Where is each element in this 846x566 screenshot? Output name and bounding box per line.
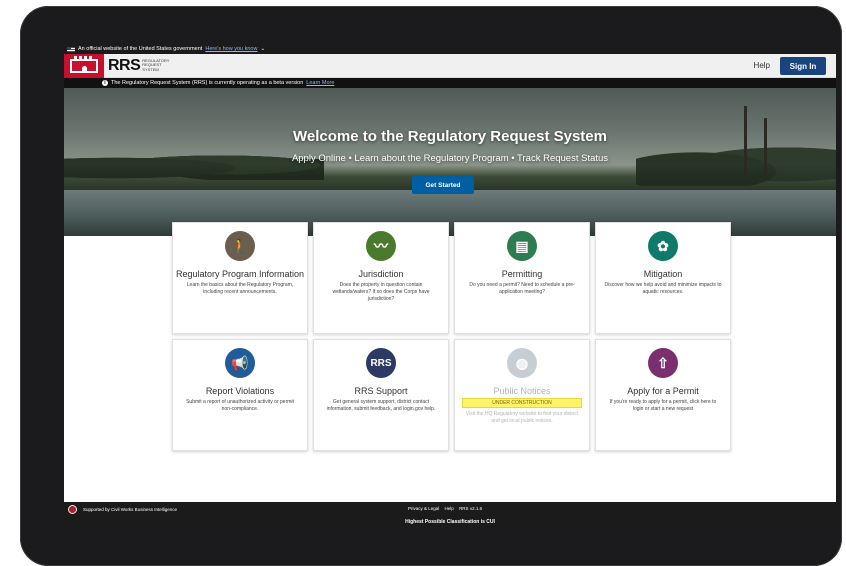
heres-how-you-know-link[interactable]: Here's how you know — [205, 46, 257, 52]
gov-banner-text: An official website of the United States… — [78, 46, 203, 52]
card-description: Submit a report of unauthorized activity… — [186, 399, 294, 412]
supported-by-text: Supported by Civil Works Business Intell… — [83, 506, 177, 512]
rrs-icon: RRS — [366, 348, 396, 378]
person-icon: 🚶 — [225, 231, 255, 261]
hero-subtitle: Apply Online • Learn about the Regulator… — [291, 153, 609, 164]
rrs-logo-subtitle: Regulatory Request System — [142, 57, 170, 72]
card-description: Do you need a permit? Need to schedule a… — [469, 282, 575, 295]
version-text: RRS v2.1.6 — [459, 506, 483, 511]
river-icon: 〰 — [366, 231, 396, 261]
beta-alert: i The Regulatory Request System (RRS) is… — [64, 78, 836, 88]
rrs-logo[interactable]: RRS Regulatory Request System — [108, 57, 172, 75]
usace-castle-logo[interactable] — [64, 53, 104, 78]
card-public-notices: ◍ Public Notices UNDER CONSTRUCTION Visi… — [454, 339, 590, 451]
card-title: Apply for a Permit — [627, 386, 699, 396]
card-title: Mitigation — [643, 269, 683, 279]
footer-links: Privacy & Legal Help RRS v2.1.6 — [408, 506, 486, 511]
castle-icon — [70, 55, 98, 73]
card-description: Discover how we help avoid and minimize … — [604, 282, 722, 295]
card-title: Jurisdiction — [358, 269, 404, 279]
get-started-button[interactable]: Get Started — [412, 176, 474, 194]
card-title: Regulatory Program Information — [175, 269, 305, 279]
hero-banner: Welcome to the Regulatory Request System… — [64, 88, 836, 236]
card-title: RRS Support — [354, 386, 408, 396]
beta-alert-text: The Regulatory Request System (RRS) is c… — [111, 80, 304, 86]
browser-screen: An official website of the United States… — [64, 44, 836, 528]
upload-icon: ⇧ — [648, 348, 678, 378]
card-permitting[interactable]: ▤ Permitting Do you need a permit? Need … — [454, 222, 590, 334]
info-icon: i — [102, 80, 108, 86]
footer: Supported by Civil Works Business Intell… — [64, 502, 836, 516]
card-title: Permitting — [501, 269, 543, 279]
card-description: Learn the basics about the Regulatory Pr… — [186, 282, 294, 295]
classification-banner: Highest Possible Classification is CUI — [64, 516, 836, 528]
card-jurisdiction[interactable]: 〰 Jurisdiction Does the property in ques… — [313, 222, 449, 334]
rrs-logo-mark: RRS — [108, 56, 141, 74]
under-construction-badge: UNDER CONSTRUCTION — [462, 398, 582, 408]
card-description: Get general system support, district con… — [326, 399, 436, 412]
plant-icon: ✿ — [648, 231, 678, 261]
service-cards: 🚶 Regulatory Program Information Learn t… — [172, 222, 732, 451]
card-description: If you're ready to apply for a permit, c… — [609, 399, 717, 412]
card-description: Visit the HQ Regulatory website to find … — [465, 411, 579, 424]
card-title: Public Notices — [493, 386, 551, 396]
globe-icon: ◍ — [507, 348, 537, 378]
card-rrs-support[interactable]: RRS RRS Support Get general system suppo… — [313, 339, 449, 451]
sign-in-button[interactable]: Sign In — [780, 57, 826, 75]
hero-title: Welcome to the Regulatory Request System — [293, 128, 607, 145]
laptop-frame: An official website of the United States… — [20, 6, 842, 566]
card-title: Report Violations — [205, 386, 275, 396]
privacy-legal-link[interactable]: Privacy & Legal — [408, 506, 439, 511]
card-description: Does the property in question contain we… — [332, 282, 430, 302]
site-header: RRS Regulatory Request System Help Sign … — [64, 53, 836, 78]
card-report-violations[interactable]: 📢 Report Violations Submit a report of u… — [172, 339, 308, 451]
chevron-down-icon[interactable]: ⌄ — [260, 46, 265, 52]
civil-works-seal-icon — [68, 504, 77, 514]
palm-tree-image — [764, 118, 767, 176]
card-mitigation[interactable]: ✿ Mitigation Discover how we help avoid … — [595, 222, 731, 334]
document-icon: ▤ — [507, 231, 537, 261]
learn-more-link[interactable]: Learn More — [306, 80, 334, 86]
card-apply-for-permit[interactable]: ⇧ Apply for a Permit If you're ready to … — [595, 339, 731, 451]
footer-help-link[interactable]: Help — [445, 506, 454, 511]
card-regulatory-program[interactable]: 🚶 Regulatory Program Information Learn t… — [172, 222, 308, 334]
us-flag-icon — [67, 46, 75, 52]
megaphone-icon: 📢 — [225, 348, 255, 378]
help-link[interactable]: Help — [754, 61, 770, 70]
gov-banner: An official website of the United States… — [64, 44, 836, 54]
